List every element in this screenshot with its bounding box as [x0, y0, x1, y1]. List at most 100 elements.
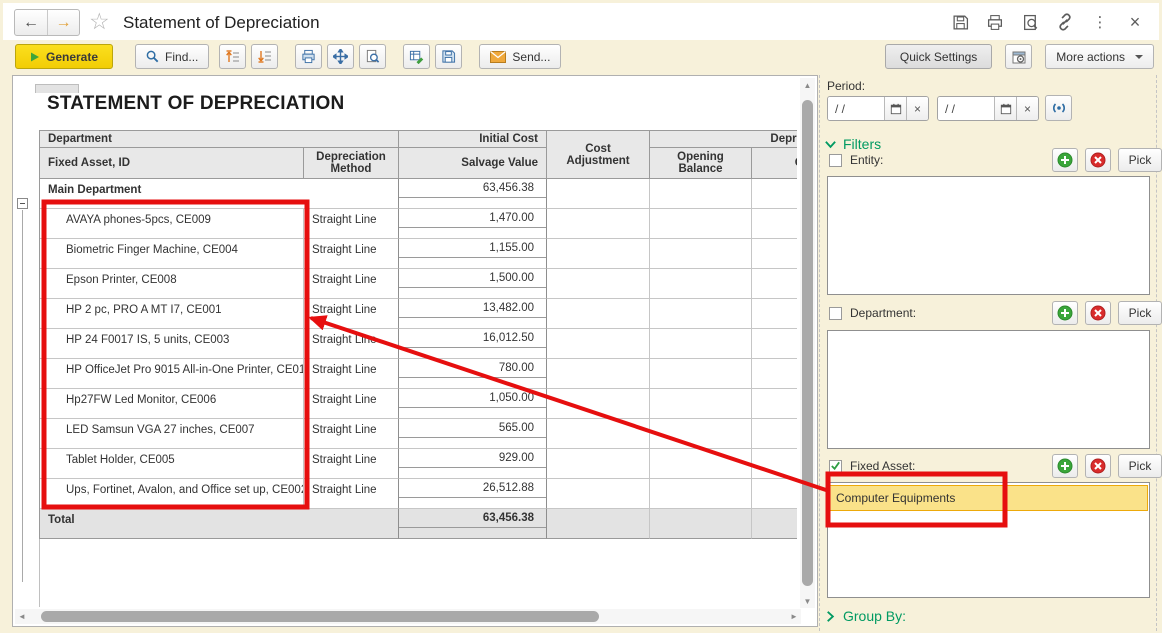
- entity-pick-button[interactable]: Pick: [1118, 148, 1162, 172]
- preview-icon[interactable]: [1020, 12, 1040, 32]
- cell-empty: [547, 209, 650, 239]
- group-by-section-header[interactable]: Group By:: [824, 608, 906, 624]
- export-button[interactable]: [403, 44, 430, 69]
- printer-icon: [301, 49, 316, 64]
- period-range-button[interactable]: [1045, 95, 1072, 121]
- send-label: Send...: [512, 50, 550, 64]
- panel-splitter-left[interactable]: [819, 75, 820, 631]
- cell-empty: [650, 509, 752, 539]
- print-icon[interactable]: [985, 12, 1005, 32]
- asset-initial-cost: 13,482.00: [399, 299, 546, 318]
- collapse-all-button[interactable]: [219, 44, 246, 69]
- cell-empty: [547, 509, 650, 539]
- period-from-calendar-button[interactable]: [884, 97, 906, 120]
- favorite-star-icon[interactable]: ☆: [89, 9, 110, 34]
- expand-all-icon: [257, 49, 272, 64]
- table-row: Tablet Holder, CE005 Straight Line 929.0…: [40, 449, 797, 479]
- entity-add-button[interactable]: [1052, 148, 1078, 172]
- scroll-up-arrow[interactable]: ▲: [800, 78, 815, 92]
- cell-empty: [547, 269, 650, 299]
- cell-empty: [650, 239, 752, 269]
- table-header: Department Initial Cost Cost Adjustment …: [40, 131, 797, 179]
- generate-button[interactable]: Generate: [15, 44, 113, 69]
- department-add-button[interactable]: [1052, 301, 1078, 325]
- period-from-clear-button[interactable]: ×: [906, 97, 928, 120]
- quick-settings-button[interactable]: Quick Settings: [885, 44, 992, 69]
- department-listbox[interactable]: [827, 330, 1150, 449]
- cell-empty: [650, 269, 752, 299]
- fixed-asset-checkbox[interactable]: [829, 460, 842, 473]
- fixed-asset-add-button[interactable]: [1052, 454, 1078, 478]
- remove-circle-icon: [1090, 458, 1106, 474]
- department-remove-button[interactable]: [1085, 301, 1111, 325]
- entity-label: Entity:: [850, 153, 883, 167]
- group-name: Main Department: [40, 179, 399, 209]
- back-button[interactable]: ←: [15, 10, 47, 35]
- total-initial-cost: 63,456.38: [399, 509, 546, 528]
- period-label: Period:: [827, 79, 865, 93]
- entity-checkbox[interactable]: [829, 154, 842, 167]
- export-grid-icon: [409, 49, 424, 64]
- depreciation-table: Department Initial Cost Cost Adjustment …: [39, 130, 797, 539]
- table-row: Epson Printer, CE008 Straight Line 1,500…: [40, 269, 797, 299]
- period-to-clear-button[interactable]: ×: [1016, 97, 1038, 120]
- move-arrows-icon: [333, 49, 348, 64]
- table-row: HP 2 pc, PRO A MT I7, CE001 Straight Lin…: [40, 299, 797, 329]
- department-checkbox[interactable]: [829, 307, 842, 320]
- cell-empty: [752, 509, 797, 539]
- fixed-asset-listbox[interactable]: Computer Equipments: [827, 482, 1150, 598]
- collapse-group-toggle[interactable]: [17, 198, 28, 209]
- vertical-scroll-thumb[interactable]: [802, 100, 813, 586]
- save-report-button[interactable]: [435, 44, 462, 69]
- close-icon[interactable]: ×: [1125, 12, 1145, 32]
- scrolled-header-remnant: [35, 84, 79, 93]
- link-icon[interactable]: [1055, 12, 1075, 32]
- vertical-scrollbar[interactable]: ▲ ▼: [800, 78, 815, 608]
- cell-empty: [752, 209, 797, 239]
- department-pick-button[interactable]: Pick: [1118, 301, 1162, 325]
- period-to-calendar-button[interactable]: [994, 97, 1016, 120]
- more-actions-button[interactable]: More actions: [1045, 44, 1154, 69]
- report-schedule-button[interactable]: [1005, 44, 1032, 69]
- more-actions-label: More actions: [1056, 50, 1125, 64]
- col-header-opening-balance: Opening Balance: [650, 148, 752, 179]
- fixed-asset-remove-button[interactable]: [1085, 454, 1111, 478]
- horizontal-scrollbar[interactable]: ◄ ►: [15, 609, 801, 624]
- expand-all-button[interactable]: [251, 44, 278, 69]
- asset-name: Biometric Finger Machine, CE004: [40, 239, 304, 269]
- asset-method: Straight Line: [304, 419, 399, 449]
- scroll-right-arrow[interactable]: ►: [787, 609, 801, 624]
- send-button[interactable]: Send...: [479, 44, 561, 69]
- forward-button[interactable]: →: [47, 10, 79, 35]
- horizontal-scroll-thumb[interactable]: [41, 611, 599, 622]
- total-label: Total: [40, 509, 399, 539]
- more-menu-icon[interactable]: ⋮: [1090, 12, 1110, 32]
- filters-section-header[interactable]: Filters: [824, 136, 881, 152]
- find-button[interactable]: Find...: [135, 44, 209, 69]
- fixed-asset-list-item[interactable]: Computer Equipments: [829, 485, 1148, 511]
- cell-empty: [650, 389, 752, 419]
- print-report-button[interactable]: [295, 44, 322, 69]
- entity-listbox[interactable]: [827, 176, 1150, 295]
- period-from-input[interactable]: [828, 97, 884, 120]
- page-title: Statement of Depreciation: [123, 13, 320, 33]
- entity-remove-button[interactable]: [1085, 148, 1111, 172]
- clear-icon: ×: [914, 102, 921, 116]
- cell-empty: [650, 449, 752, 479]
- scroll-down-arrow[interactable]: ▼: [800, 594, 815, 608]
- save-icon[interactable]: [950, 12, 970, 32]
- col-header-depreciation: Depre: [650, 131, 797, 148]
- cell-empty: [650, 179, 752, 209]
- cell-empty: [547, 419, 650, 449]
- envelope-icon: [490, 51, 506, 63]
- asset-name: AVAYA phones-5pcs, CE009: [40, 209, 304, 239]
- print-preview-button[interactable]: [359, 44, 386, 69]
- fixed-asset-pick-button[interactable]: Pick: [1118, 454, 1162, 478]
- asset-initial-cost: 26,512.88: [399, 479, 546, 498]
- asset-initial-cost: 1,470.00: [399, 209, 546, 228]
- table-row: HP OfficeJet Pro 9015 All-in-One Printer…: [40, 359, 797, 389]
- scroll-left-arrow[interactable]: ◄: [15, 609, 29, 624]
- fit-view-button[interactable]: [327, 44, 354, 69]
- quick-settings-label: Quick Settings: [900, 50, 977, 64]
- period-to-input[interactable]: [938, 97, 994, 120]
